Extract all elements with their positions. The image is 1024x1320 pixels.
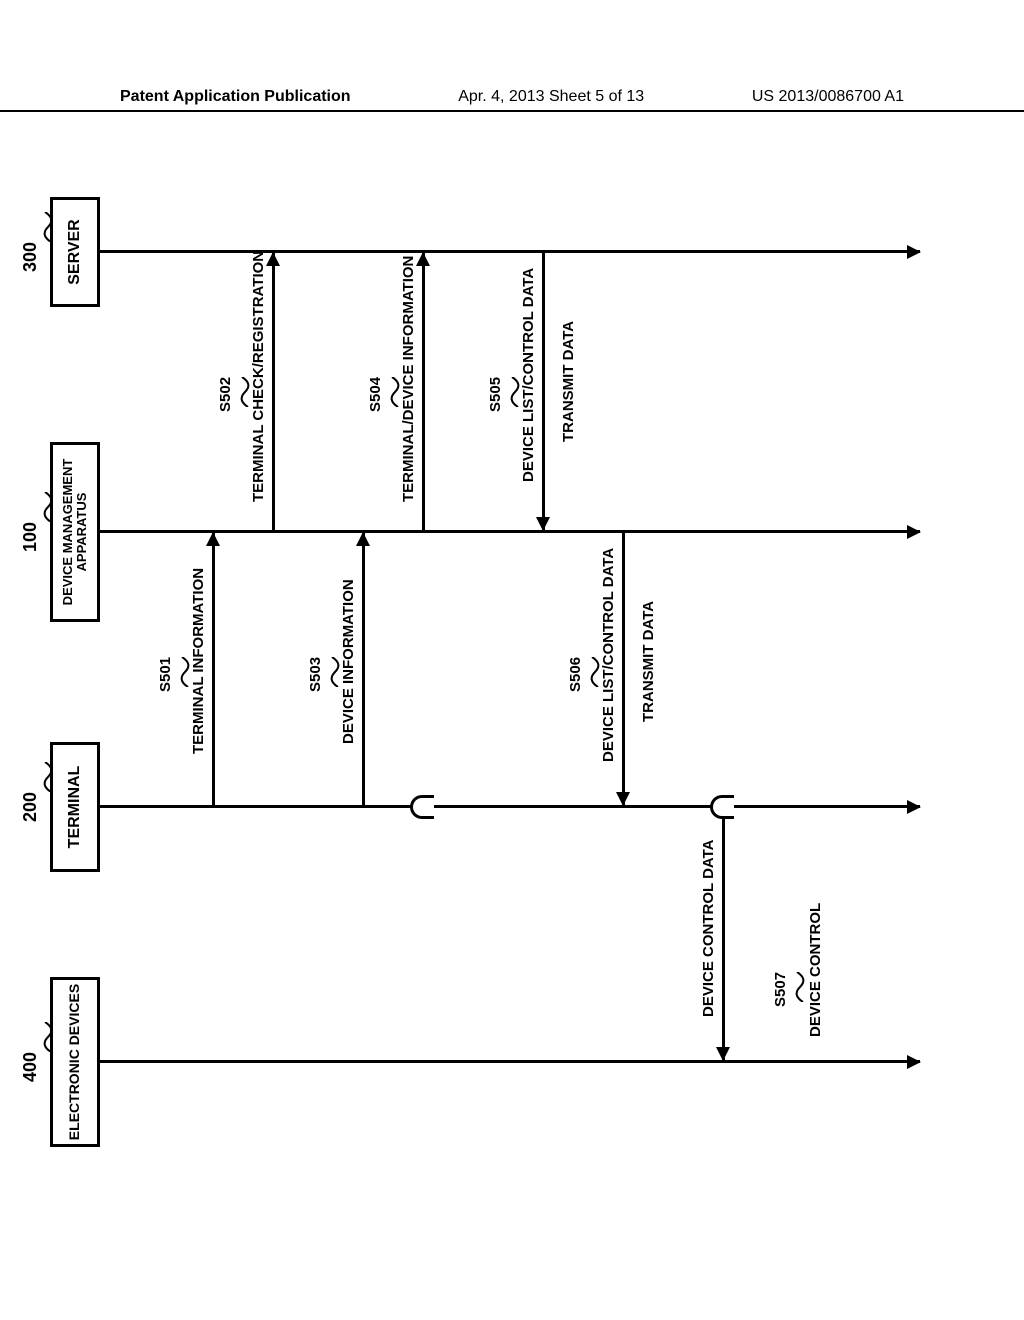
hop-icon	[710, 795, 734, 819]
stepnum-s501: S501	[157, 657, 174, 692]
label-s505: DEVICE LIST/CONTROL DATA	[520, 268, 537, 482]
stepnum-s507: S507	[772, 972, 789, 1007]
stepnum-s503: S503	[307, 657, 324, 692]
label-device-control-data: DEVICE CONTROL DATA	[700, 839, 717, 1017]
tilde-icon	[40, 492, 50, 522]
arrow-s506	[622, 533, 625, 805]
tilde-icon	[40, 762, 50, 792]
label-s506: DEVICE LIST/CONTROL DATA	[600, 548, 617, 762]
stepnum-s502: S502	[217, 377, 234, 412]
label-transmit-1: TRANSMIT DATA	[640, 601, 657, 722]
tilde-icon	[387, 377, 397, 407]
entity-terminal: TERMINAL	[50, 742, 100, 872]
lifeline-100	[100, 530, 920, 533]
tilde-icon	[40, 212, 50, 242]
tilde-icon	[237, 377, 247, 407]
lifeline-300	[100, 250, 920, 253]
tilde-icon	[177, 657, 187, 687]
label-s507: DEVICE CONTROL	[807, 903, 824, 1037]
tilde-icon	[587, 657, 597, 687]
entity-200-num: 200	[20, 792, 41, 822]
label-s503: DEVICE INFORMATION	[340, 579, 357, 744]
entity-300-num: 300	[20, 242, 41, 272]
header-left: Patent Application Publication	[120, 88, 351, 106]
label-s504: TERMINAL/DEVICE INFORMATION	[400, 256, 417, 502]
entity-electronic-devices: ELECTRONIC DEVICES	[50, 977, 100, 1147]
arrow-device-control-data	[722, 808, 725, 1060]
header-right: US 2013/0086700 A1	[752, 88, 904, 106]
entity-400-num: 400	[20, 1052, 41, 1082]
hop-icon	[410, 795, 434, 819]
header-center: Apr. 4, 2013 Sheet 5 of 13	[458, 88, 644, 106]
page-header: Patent Application Publication Apr. 4, 2…	[0, 88, 1024, 112]
arrow-s505	[542, 253, 545, 530]
arrow-s504	[422, 253, 425, 530]
tilde-icon	[507, 377, 517, 407]
label-s502: TERMINAL CHECK/REGISTRATION	[250, 251, 267, 502]
stepnum-s506: S506	[567, 657, 584, 692]
lifeline-200	[100, 805, 920, 808]
figure-label: FIG. 5	[0, 624, 6, 702]
label-s501: TERMINAL INFORMATION	[190, 568, 207, 754]
arrow-s502	[272, 253, 275, 530]
figure-area: FIG. 5 400 200 100 300 ELECTRONIC DEVICE…	[0, 178, 1024, 1202]
label-transmit-2: TRANSMIT DATA	[560, 321, 577, 442]
tilde-icon	[792, 972, 802, 1002]
entity-server: SERVER	[50, 197, 100, 307]
stepnum-s505: S505	[487, 377, 504, 412]
lifeline-400	[100, 1060, 920, 1063]
arrow-s503	[362, 533, 365, 805]
tilde-icon	[40, 1022, 50, 1052]
entity-device-management-apparatus: DEVICE MANAGEMENT APPARATUS	[50, 442, 100, 622]
arrow-s501	[212, 533, 215, 805]
entity-100-num: 100	[20, 522, 41, 552]
stepnum-s504: S504	[367, 377, 384, 412]
tilde-icon	[327, 657, 337, 687]
